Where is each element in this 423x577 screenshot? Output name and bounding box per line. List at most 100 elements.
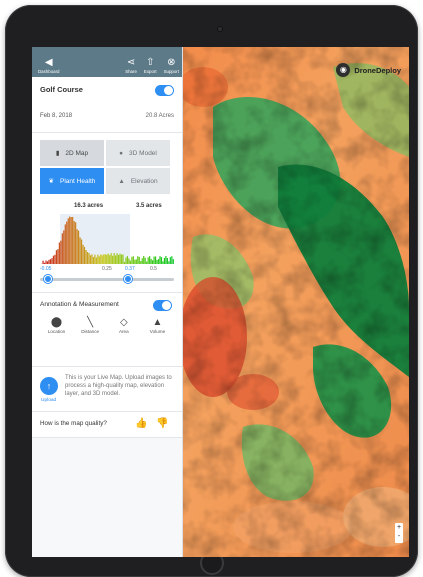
axis-tick-label: 0.5 — [150, 266, 157, 272]
map-imagery — [183, 47, 409, 557]
tool-label: Distance — [81, 329, 100, 334]
leaf-icon: ❦ — [48, 178, 55, 185]
histogram-bar — [61, 233, 63, 264]
upload-button[interactable]: ↑ — [40, 377, 58, 395]
volume-icon: ▲ — [152, 317, 163, 328]
share-icon: ⋖ — [126, 57, 136, 68]
histogram-bar — [126, 256, 129, 264]
annotation-toggle[interactable] — [153, 300, 172, 311]
histogram-bar — [107, 253, 109, 264]
dronedeploy-logo-icon: ◉ — [336, 63, 351, 77]
tablet-device: ◀ Dashboard ⋖ Share ⇧ Export ⊗ Support G… — [0, 0, 423, 577]
tool-label: Location — [47, 329, 66, 334]
histogram-bar — [94, 254, 96, 264]
brand-name: DroneDeploy — [354, 65, 401, 75]
histogram-bar — [117, 254, 120, 264]
export-label: Export — [143, 69, 157, 74]
layer-plant-health-button[interactable]: ❦ Plant Health — [40, 168, 104, 194]
histogram-bar — [58, 242, 60, 264]
area-tool-button[interactable]: ◇ Area — [111, 317, 136, 334]
histogram-bar — [106, 254, 108, 264]
histogram-bar — [85, 250, 87, 264]
slider-low-handle[interactable] — [44, 275, 52, 283]
slider-high-handle[interactable] — [124, 275, 132, 283]
axis-tick-label: 0.25 — [102, 266, 112, 272]
histogram-bar — [73, 221, 75, 264]
area-icon: ◇ — [119, 317, 128, 328]
histogram-acre-labels: 16.3 acres 3.5 acres — [40, 200, 174, 214]
histogram-bar — [171, 256, 173, 264]
layer-2d-map-button[interactable]: ▮ 2D Map — [40, 140, 104, 166]
histogram-bar — [132, 256, 134, 264]
histogram-bar — [98, 256, 100, 264]
camera-icon — [217, 26, 223, 32]
project-date: Feb 8, 2018 — [40, 113, 73, 119]
histogram-bar — [52, 255, 55, 264]
histogram-bar — [95, 257, 97, 264]
location-tool-button[interactable]: ⬤ Location — [44, 317, 69, 334]
histogram-bar — [154, 256, 157, 264]
plant-health-map[interactable]: ◉ DroneDeploy + - — [183, 47, 409, 557]
layer-label: 3D Model — [129, 149, 157, 157]
export-icon: ⇧ — [146, 57, 155, 68]
upload-arrow-icon: ↑ — [46, 381, 52, 391]
share-button[interactable]: ⋖ Share — [125, 57, 137, 74]
histogram-bar — [122, 254, 124, 264]
histogram-bar — [138, 256, 140, 264]
layer-3d-model-button[interactable]: ● 3D Model — [106, 140, 170, 166]
project-panel: Golf Course Feb 8, 2018 20.8 Acres ⌄ — [32, 77, 182, 140]
left-acres-label: 16.3 acres — [74, 203, 104, 209]
histogram-bar — [159, 256, 161, 264]
histogram-bar — [70, 217, 72, 264]
dashboard-button[interactable]: ◀ Dashboard — [38, 57, 59, 74]
support-button[interactable]: ⊗ Support — [164, 57, 179, 74]
histogram-bar — [64, 224, 66, 264]
support-icon: ⊗ — [167, 57, 176, 68]
histogram-bar — [110, 253, 112, 264]
histogram-bar — [80, 239, 83, 264]
layer-elevation-button[interactable]: ▲ Elevation — [106, 168, 170, 194]
thumbs-down-icon[interactable]: 👎 — [156, 418, 168, 429]
map-quality-question: How is the map quality? — [40, 420, 107, 427]
layer-label: Elevation — [130, 177, 158, 185]
histogram-bar — [76, 229, 78, 264]
layer-label: 2D Map — [65, 149, 89, 157]
histogram-bar — [112, 255, 114, 264]
histogram-bar — [69, 216, 71, 264]
histogram-bar — [160, 257, 163, 264]
tool-label: Volume — [149, 329, 166, 334]
thumbs-up-icon[interactable]: 👍 — [135, 418, 147, 429]
range-slider[interactable] — [40, 274, 174, 284]
right-acres-label: 3.5 acres — [136, 203, 162, 209]
histogram-bar — [83, 246, 86, 264]
histogram-bar — [103, 254, 105, 264]
histogram-bar — [131, 256, 133, 264]
layer-label: Plant Health — [60, 177, 96, 185]
export-button[interactable]: ⇧ Export — [144, 57, 157, 74]
histogram-bar — [165, 256, 167, 264]
dashboard-label: Dashboard — [38, 69, 60, 74]
top-toolbar: ◀ Dashboard ⋖ Share ⇧ Export ⊗ Support — [32, 47, 182, 77]
histogram-bar — [115, 255, 117, 264]
histogram-axis: -0.05 0.25 0.37 0.5 — [40, 264, 174, 274]
histogram-bar — [54, 254, 56, 264]
dronedeploy-brand: ◉ DroneDeploy — [336, 63, 401, 77]
histogram-bar — [78, 230, 80, 264]
annotation-panel: Annotation & Measurement ⬤ Location ╲ Di… — [32, 293, 182, 374]
sidebar: ◀ Dashboard ⋖ Share ⇧ Export ⊗ Support G… — [32, 47, 183, 557]
zoom-in-button[interactable]: + — [395, 523, 403, 532]
histogram-bar — [149, 256, 151, 264]
histogram-bar — [147, 257, 149, 264]
histogram-bar — [82, 244, 84, 264]
volume-tool-button[interactable]: ▲ Volume — [145, 317, 170, 334]
project-name: Golf Course — [40, 85, 83, 94]
distance-tool-button[interactable]: ╲ Distance — [78, 317, 103, 334]
app-screen: ◀ Dashboard ⋖ Share ⇧ Export ⊗ Support G… — [32, 47, 409, 557]
histogram-bar — [143, 256, 145, 264]
histogram-bar — [86, 252, 89, 264]
mountain-icon: ▲ — [118, 177, 125, 185]
map-quality-panel: How is the map quality? 👍 👎 — [32, 412, 182, 438]
zoom-out-button[interactable]: - — [395, 532, 403, 541]
histogram-bar — [57, 249, 59, 264]
project-visibility-toggle[interactable] — [155, 85, 174, 96]
